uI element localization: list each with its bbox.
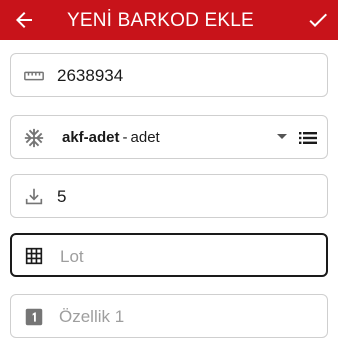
lot-field[interactable] xyxy=(10,233,328,277)
lot-input[interactable] xyxy=(60,246,310,268)
page-title: YENİ BARKOD EKLE xyxy=(67,10,254,31)
barcode-field[interactable]: 2638934 xyxy=(10,53,328,97)
unit-select-field[interactable]: akf-adet - adet xyxy=(10,115,328,159)
ruler-icon xyxy=(24,71,44,81)
grid-icon xyxy=(25,247,43,265)
unit-select-value: akf-adet - adet xyxy=(62,129,160,147)
unit-code: akf-adet xyxy=(62,129,120,146)
back-arrow-icon[interactable] xyxy=(12,8,36,32)
barcode-value: 2638934 xyxy=(57,66,124,85)
dropdown-caret-icon[interactable] xyxy=(277,134,287,139)
number-one-icon xyxy=(25,308,43,326)
snowflake-icon xyxy=(24,128,44,148)
check-icon[interactable] xyxy=(306,8,330,32)
quantity-value: 5 xyxy=(57,187,67,206)
feature1-input[interactable] xyxy=(59,306,309,328)
list-icon[interactable] xyxy=(297,128,319,148)
unit-separator: - xyxy=(122,129,128,146)
quantity-field[interactable]: 5 xyxy=(10,174,328,218)
feature1-field[interactable] xyxy=(10,294,328,338)
app-bar: YENİ BARKOD EKLE xyxy=(0,0,338,40)
download-tray-icon xyxy=(25,188,43,205)
unit-name: adet xyxy=(130,129,160,146)
